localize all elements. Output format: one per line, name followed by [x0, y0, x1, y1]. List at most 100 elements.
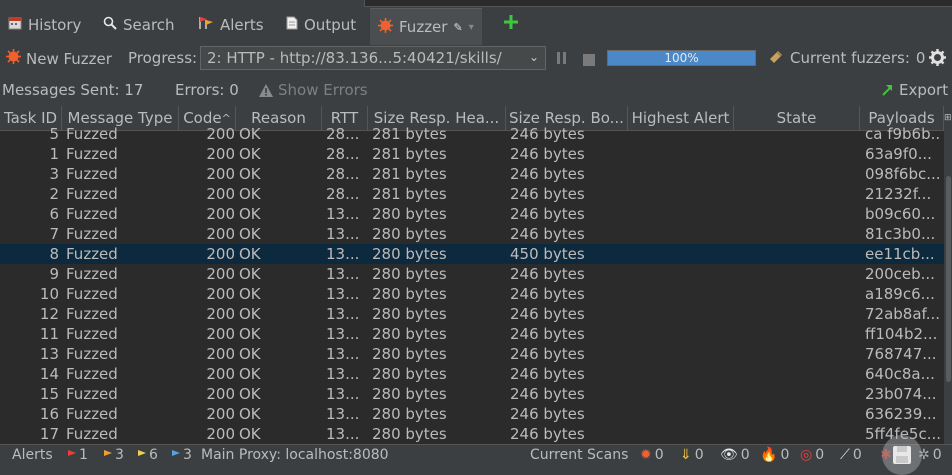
column-chooser-icon[interactable]: ⊞ — [944, 108, 952, 128]
table-row[interactable]: 3 Fuzzed 200 OK 28... 281 bytes 246 bytes 098f6… — [0, 164, 944, 184]
progress-text: 100% — [664, 51, 699, 65]
task-id-cell: 1 — [49, 145, 59, 163]
add-tab-button[interactable] — [503, 14, 519, 34]
rtt-cell: 28... — [326, 185, 360, 203]
scan-count-download: ⇓ 0 — [680, 447, 704, 463]
show-errors-button[interactable]: Show Errors — [259, 81, 368, 99]
scrollbar-thumb[interactable] — [946, 176, 951, 382]
reason-cell: OK — [239, 305, 261, 323]
reason-cell: OK — [239, 365, 261, 383]
size-body-cell: 246 bytes — [510, 185, 585, 203]
code-cell: 200 — [206, 225, 235, 243]
code-cell: 200 — [206, 205, 235, 223]
table-row[interactable]: 16 Fuzzed 200 OK 13... 280 bytes 246 bytes 6362… — [0, 404, 944, 424]
message-type-cell: Fuzzed — [66, 265, 118, 283]
messages-sent: Messages Sent: 17 — [2, 81, 144, 99]
flag-icon — [68, 450, 76, 456]
table-row[interactable]: 5 Fuzzed 200 OK 28... 281 bytes 246 bytes ca f9… — [0, 124, 944, 144]
rtt-cell: 28... — [326, 125, 360, 143]
alert-count-low[interactable]: 6 — [138, 447, 158, 463]
options-button[interactable] — [929, 49, 946, 70]
payload-cell: ee11cb... — [865, 245, 935, 263]
size-body-cell: 246 bytes — [510, 305, 585, 323]
highest-alert-cell — [632, 244, 732, 264]
size-body-cell: 450 bytes — [510, 245, 585, 263]
code-cell: 200 — [206, 385, 235, 403]
table-row[interactable]: 10 Fuzzed 200 OK 13... 280 bytes 246 bytes a189… — [0, 284, 944, 304]
progress-select[interactable]: 2: HTTP - http://83.136...5:40421/skills… — [200, 46, 546, 70]
rtt-cell: 13... — [326, 325, 360, 343]
table-row[interactable]: 11 Fuzzed 200 OK 13... 280 bytes 246 bytes ff10… — [0, 324, 944, 344]
size-header-cell: 280 bytes — [372, 385, 447, 403]
size-header-cell: 280 bytes — [372, 405, 447, 423]
pin-icon[interactable]: ✎ — [453, 21, 462, 34]
tab-alerts[interactable]: Alerts — [198, 14, 264, 36]
payload-cell: 81c3b0... — [865, 225, 936, 243]
highest-alert-cell — [632, 384, 732, 404]
rtt-cell: 13... — [326, 245, 360, 263]
reason-cell: OK — [239, 205, 261, 223]
reason-cell: OK — [239, 285, 261, 303]
tab-output[interactable]: Output — [286, 14, 356, 36]
rtt-cell: 13... — [326, 425, 360, 443]
scan-count-active: 🔥 0 — [760, 447, 790, 463]
task-id-cell: 3 — [49, 165, 59, 183]
rtt-cell: 13... — [326, 405, 360, 423]
export-button[interactable]: Export — [882, 81, 948, 99]
table-row[interactable]: 13 Fuzzed 200 OK 13... 280 bytes 246 bytes 7687… — [0, 344, 944, 364]
chevron-down-icon[interactable]: ▾ — [469, 22, 474, 33]
size-header-cell: 280 bytes — [372, 285, 447, 303]
task-id-cell: 10 — [39, 285, 59, 303]
task-id-cell: 2 — [49, 185, 59, 203]
fuzzer-icon — [6, 49, 21, 68]
table-row[interactable]: 6 Fuzzed 200 OK 13... 280 bytes 246 bytes b09c6… — [0, 204, 944, 224]
size-body-cell: 246 bytes — [510, 125, 585, 143]
save-overlay-button[interactable] — [882, 435, 922, 475]
table-row[interactable]: 12 Fuzzed 200 OK 13... 280 bytes 246 bytes 72ab… — [0, 304, 944, 324]
highest-alert-cell — [632, 284, 732, 304]
alert-count-high[interactable]: 1 — [68, 447, 88, 463]
broom-icon — [768, 49, 784, 67]
message-type-cell: Fuzzed — [66, 425, 118, 443]
size-header-cell: 281 bytes — [372, 125, 447, 143]
table-row[interactable]: 14 Fuzzed 200 OK 13... 280 bytes 246 bytes 640c… — [0, 364, 944, 384]
stop-button[interactable] — [583, 52, 595, 70]
table-row[interactable]: 2 Fuzzed 200 OK 28... 281 bytes 246 bytes 21232… — [0, 184, 944, 204]
tab-fuzzer[interactable]: Fuzzer ✎ ▾ — [370, 8, 482, 45]
task-id-cell: 5 — [49, 125, 59, 143]
size-body-cell: 246 bytes — [510, 265, 585, 283]
state-cell — [738, 144, 858, 164]
message-type-cell: Fuzzed — [66, 325, 118, 343]
tab-history[interactable]: History — [8, 14, 81, 36]
rtt-cell: 13... — [326, 365, 360, 383]
pause-button[interactable] — [556, 51, 568, 69]
new-fuzzer-button[interactable]: New Fuzzer — [6, 49, 112, 68]
progress-label: Progress: — [128, 49, 198, 67]
code-cell: 200 — [206, 265, 235, 283]
table-row[interactable]: 7 Fuzzed 200 OK 13... 280 bytes 246 bytes 81c3b… — [0, 224, 944, 244]
tab-search[interactable]: Search — [103, 14, 175, 36]
state-cell — [738, 384, 858, 404]
rtt-cell: 13... — [326, 265, 360, 283]
message-type-cell: Fuzzed — [66, 245, 118, 263]
table-body: 5 Fuzzed 200 OK 28... 281 bytes 246 bytes ca f9… — [0, 125, 944, 444]
alert-count-medium[interactable]: 3 — [104, 447, 124, 463]
table-row[interactable]: 9 Fuzzed 200 OK 13... 280 bytes 246 bytes 200ce… — [0, 264, 944, 284]
scan-count-spider: ✹ 0 — [640, 447, 664, 463]
current-fuzzers: Current fuzzers: 0 — [768, 49, 925, 67]
table-row[interactable]: 1 Fuzzed 200 OK 28... 281 bytes 246 bytes 63a9f… — [0, 144, 944, 164]
table-row[interactable]: 8 Fuzzed 200 OK 13... 280 bytes 450 bytes ee11c… — [0, 244, 944, 264]
table-row[interactable]: 15 Fuzzed 200 OK 13... 280 bytes 246 bytes 23b0… — [0, 384, 944, 404]
reason-cell: OK — [239, 245, 261, 263]
scan-count-passive: 👁 0 — [720, 447, 750, 463]
state-cell — [738, 164, 858, 184]
table-row[interactable]: 17 Fuzzed 200 OK 13... 280 bytes 246 bytes 5ff4… — [0, 424, 944, 444]
flag-icon — [138, 450, 146, 456]
size-header-cell: 280 bytes — [372, 205, 447, 223]
task-id-cell: 8 — [49, 245, 59, 263]
stats-row: Messages Sent: 17 Errors: 0 Show Errors … — [0, 76, 952, 104]
size-header-cell: 281 bytes — [372, 185, 447, 203]
size-header-cell: 280 bytes — [372, 365, 447, 383]
alert-count-info[interactable]: 3 — [172, 447, 192, 463]
payload-cell: 640c8a... — [865, 365, 935, 383]
